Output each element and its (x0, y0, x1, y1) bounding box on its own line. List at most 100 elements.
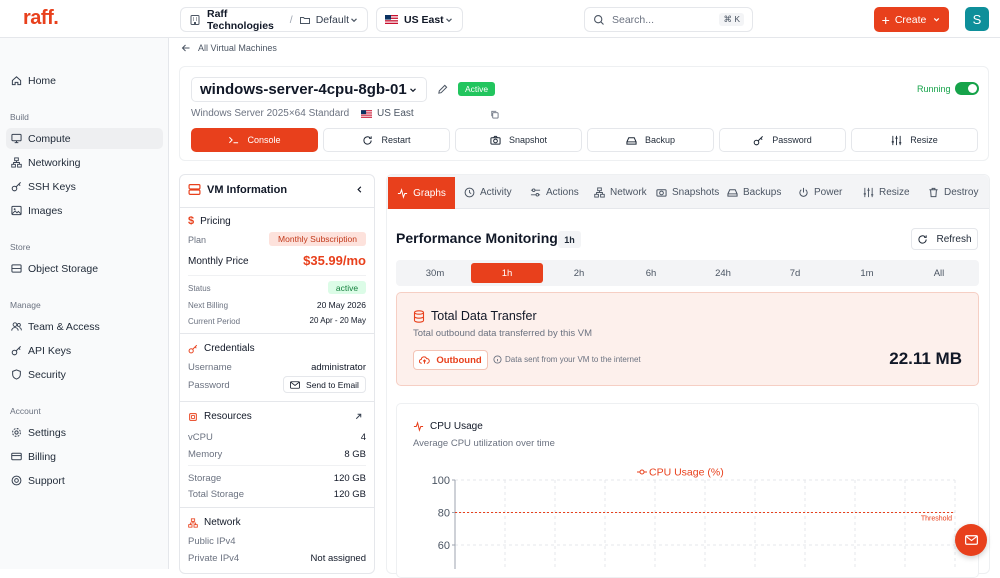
avatar[interactable]: S (965, 7, 989, 31)
sidebar-item-object-storage[interactable]: Object Storage (6, 258, 163, 279)
snapshot-label: Snapshot (508, 135, 548, 145)
copy-icon[interactable] (490, 110, 499, 119)
billing-status-badge: active (328, 281, 366, 294)
running-toggle[interactable] (955, 82, 979, 95)
range-24h[interactable]: 24h (687, 263, 759, 283)
range-2h[interactable]: 2h (543, 263, 615, 283)
private-ipv4-label: Private IPv4 (188, 553, 240, 564)
range-1m[interactable]: 1m (831, 263, 903, 283)
folder-icon (299, 16, 310, 24)
outbound-hint: Data sent from your VM to the internet (493, 355, 641, 364)
shield-icon (12, 369, 21, 380)
dollar-icon: $ (188, 215, 195, 227)
range-1h[interactable]: 1h (471, 263, 543, 283)
camera-icon (656, 188, 667, 197)
chevron-down-icon (351, 17, 357, 22)
data-transfer-card (396, 292, 979, 386)
tab-snapshots[interactable]: Snapshots (656, 176, 719, 208)
sidebar-item-label: Networking (28, 156, 81, 169)
private-ipv4-value: Not assigned (310, 553, 366, 564)
vm-selector[interactable]: windows-server-4cpu-8gb-01 (191, 77, 427, 102)
contact-support-button[interactable] (955, 524, 987, 556)
send-to-email-button[interactable]: Send to Email (283, 376, 366, 393)
back-to-all-vms[interactable]: All Virtual Machines (181, 43, 277, 53)
sliders-icon (891, 135, 902, 145)
sidebar-item-compute[interactable]: Compute (6, 128, 163, 149)
tab-network[interactable]: Network (594, 176, 647, 208)
backup-label: Backup (644, 135, 676, 145)
sidebar-item-security[interactable]: Security (6, 364, 163, 385)
backup-button[interactable]: Backup (587, 128, 714, 152)
vcpu-value: 4 (360, 432, 366, 443)
vm-os: Windows Server 2025×64 Standard (191, 108, 350, 119)
key-icon (188, 344, 198, 353)
resize-button[interactable]: Resize (851, 128, 978, 152)
sidebar-item-settings[interactable]: Settings (6, 422, 163, 443)
tab-destroy[interactable]: Destroy (928, 176, 978, 208)
sidebar-item-images[interactable]: Images (6, 200, 163, 221)
outbound-badge: Outbound (413, 350, 488, 370)
snapshot-button[interactable]: Snapshot (455, 128, 582, 152)
search-input[interactable]: Search... ⌘ K (584, 7, 753, 32)
sidebar-item-support[interactable]: Support (6, 470, 163, 491)
plan-badge: Monthly Subscription (269, 232, 366, 246)
console-button[interactable]: Console (191, 128, 318, 152)
sidebar-item-label: API Keys (28, 344, 72, 357)
range-30m[interactable]: 30m (399, 263, 471, 283)
monthly-price-label: Monthly Price (188, 256, 249, 267)
search-icon (594, 14, 604, 25)
chevron-down-icon (934, 18, 940, 22)
range-all[interactable]: All (903, 263, 975, 283)
cpu-usage-subtitle: Average CPU utilization over time (413, 438, 555, 449)
cpu-usage-title: CPU Usage (430, 421, 483, 432)
sidebar-item-label: Settings (28, 426, 66, 439)
status-label: Status (188, 284, 211, 293)
toggle-knob (968, 84, 977, 93)
sidebar-item-label: SSH Keys (28, 180, 76, 193)
region-selector[interactable]: US East (376, 7, 463, 32)
data-transfer-value: 22.11 MB (889, 349, 962, 368)
tab-actions[interactable]: Actions (530, 176, 579, 208)
chart-grid (455, 479, 956, 569)
restart-button[interactable]: Restart (323, 128, 450, 152)
public-ipv4-label: Public IPv4 (188, 536, 236, 547)
vm-region: US East (361, 108, 414, 119)
us-flag-icon (361, 109, 372, 118)
sidebar-item-networking[interactable]: Networking (6, 152, 163, 173)
tab-resize[interactable]: Resize (863, 176, 910, 208)
tab-power[interactable]: Power (798, 176, 842, 208)
pencil-icon[interactable] (437, 84, 448, 95)
sidebar-item-label: Home (28, 74, 57, 87)
sliders-icon (863, 187, 874, 197)
running-label: Running (917, 84, 951, 94)
resources-title: Resources (204, 411, 252, 422)
password-button[interactable]: Password (719, 128, 846, 152)
sidebar-item-team-access[interactable]: Team & Access (6, 316, 163, 337)
tab-activity[interactable]: Activity (464, 176, 512, 208)
create-button[interactable]: + Create (874, 7, 949, 32)
storage-label: Storage (188, 473, 222, 484)
divider (180, 207, 374, 208)
sidebar-item-api-keys[interactable]: API Keys (6, 340, 163, 361)
y-tick-labels: 100 80 60 (432, 475, 455, 552)
sidebar-item-billing[interactable]: Billing (6, 446, 163, 467)
sidebar-item-home[interactable]: Home (6, 70, 163, 91)
org-project-selector[interactable]: Raff Technologies / Default (180, 7, 368, 32)
tab-graphs[interactable]: Graphs (388, 177, 455, 209)
sidebar-item-label: Security (28, 368, 66, 381)
range-7d[interactable]: 7d (759, 263, 831, 283)
external-link-icon[interactable] (354, 412, 363, 421)
tab-backups[interactable]: Backups (727, 176, 781, 208)
range-6h[interactable]: 6h (615, 263, 687, 283)
pricing-title: Pricing (200, 215, 231, 227)
network-icon (594, 186, 605, 198)
key-icon (11, 346, 21, 356)
refresh-button[interactable]: Refresh (911, 228, 978, 250)
sidebar-item-label: Team & Access (28, 320, 100, 333)
collapse-icon[interactable] (355, 185, 364, 194)
monitoring-title: Performance Monitoring (396, 230, 558, 246)
sidebar-item-ssh-keys[interactable]: SSH Keys (6, 176, 163, 197)
sidebar-section-store: Store (10, 242, 31, 252)
divider (188, 275, 366, 276)
raff-logo[interactable]: raff. (23, 7, 59, 30)
